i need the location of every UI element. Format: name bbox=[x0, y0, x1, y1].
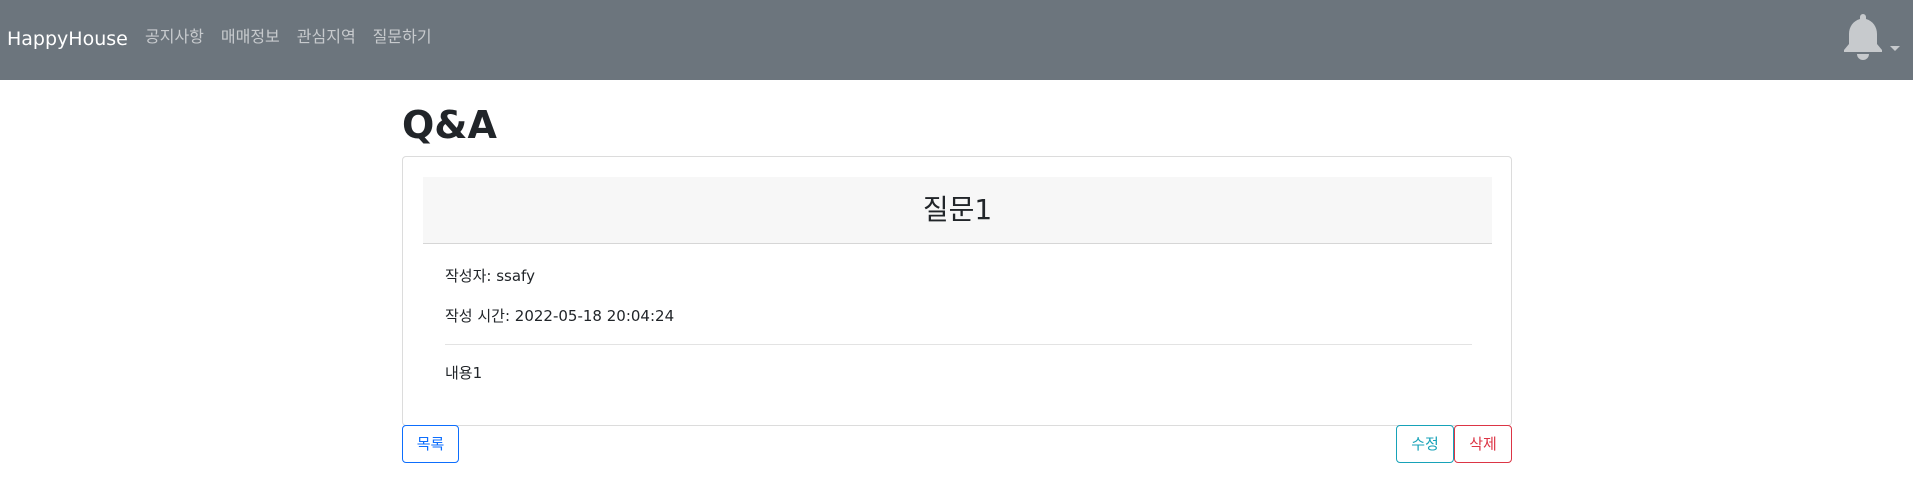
time-row: 작성 시간: 2022-05-18 20:04:24 bbox=[445, 306, 674, 326]
list-button[interactable]: 목록 bbox=[402, 425, 459, 463]
author-row: 작성자: ssafy bbox=[445, 266, 535, 286]
nav-link-qna[interactable]: 질문하기 bbox=[373, 26, 432, 48]
time-value: 2022-05-18 20:04:24 bbox=[514, 307, 675, 325]
divider bbox=[445, 344, 1472, 345]
caret-down-icon[interactable] bbox=[1890, 46, 1900, 51]
question-header: 질문1 bbox=[423, 177, 1492, 244]
question-card: 질문1 작성자: ssafy 작성 시간: 2022-05-18 20:04:2… bbox=[402, 156, 1512, 426]
nav-link-interest-area[interactable]: 관심지역 bbox=[297, 26, 356, 48]
author-value: ssafy bbox=[496, 267, 535, 285]
time-label: 작성 시간: bbox=[445, 307, 515, 325]
bell-icon[interactable] bbox=[1838, 11, 1888, 61]
delete-button[interactable]: 삭제 bbox=[1454, 425, 1512, 463]
nav-link-notices[interactable]: 공지사항 bbox=[145, 26, 204, 48]
nav-link-trade-info[interactable]: 매매정보 bbox=[221, 26, 280, 48]
question-content: 내용1 bbox=[445, 364, 483, 382]
author-label: 작성자: bbox=[445, 267, 497, 285]
page-title: Q&A bbox=[402, 103, 497, 147]
edit-button[interactable]: 수정 bbox=[1396, 425, 1454, 463]
navbar: HappyHouse 공지사항 매매정보 관심지역 질문하기 bbox=[0, 0, 1913, 80]
nav-links: 공지사항 매매정보 관심지역 질문하기 bbox=[145, 26, 449, 48]
brand-link[interactable]: HappyHouse bbox=[7, 26, 128, 52]
question-title: 질문1 bbox=[922, 193, 993, 226]
